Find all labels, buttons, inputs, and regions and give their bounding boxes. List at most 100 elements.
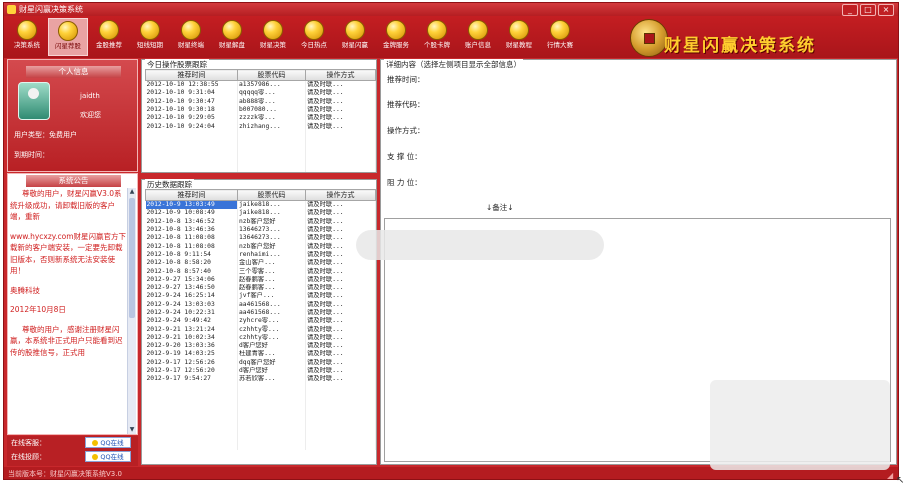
cell-time: 2012-9-24 9:49:42 [145, 317, 238, 326]
table-row[interactable]: 2012-9-24 10:22:31 aa461568... 请及时联... [145, 308, 376, 318]
toolbar-button-hot-topics[interactable]: 今日热点 [294, 18, 334, 56]
cell-code [237, 441, 306, 450]
table-row[interactable]: 2012-9-24 13:03:03 aa461568... 请及时联... [145, 300, 376, 309]
table-row[interactable]: 2012-9-19 14:03:25 杜建青客... 请及时联... [145, 350, 376, 359]
cell-code [237, 425, 306, 434]
table-row[interactable] [145, 139, 376, 148]
table-row[interactable]: 2012-10-10 9:30:18 b007080... 请及时联... [145, 105, 376, 115]
table-row[interactable] [145, 383, 376, 392]
announcement-paragraph: 2012年10月8日 [10, 305, 66, 314]
qq-service-button[interactable]: QQ在线 [85, 437, 131, 448]
column-header-code[interactable]: 股票代码 [237, 69, 306, 81]
scroll-down-icon[interactable]: ▼ [128, 426, 136, 434]
table-row[interactable]: 2012-10-8 11:08:08 13646273... 请及时联... [145, 234, 376, 243]
table-row[interactable]: 2012-10-8 8:57:40 三个零客... 请及时联... [145, 267, 376, 276]
table-row[interactable]: 2012-9-21 13:21:24 czhhty零... 请及时联... [145, 325, 376, 334]
column-header-operation[interactable]: 操作方式 [305, 69, 376, 81]
cell-time: 2012-10-10 9:30:47 [145, 97, 238, 106]
toolbar-button-stock-card[interactable]: 个股卡牌 [417, 18, 457, 56]
maximize-button[interactable]: □ [860, 4, 876, 16]
toolbar-button-tutorial[interactable]: 财星教程 [499, 18, 539, 56]
announcement-panel: 系统公告 尊敬的用户，财星闪赢V3.0系统升级成功，请卸载旧版的客户端，重新 w… [7, 173, 138, 435]
toolbar-button-contest[interactable]: 行情大赛 [540, 18, 580, 56]
table-row[interactable] [145, 163, 376, 173]
table-row[interactable] [145, 400, 376, 409]
online-service-label: 在线客服： [11, 439, 46, 447]
cell-operation [305, 130, 376, 140]
table-row[interactable] [145, 130, 376, 140]
toolbar-button-terminal[interactable]: 财星终端 [171, 18, 211, 56]
scroll-up-icon[interactable]: ▲ [128, 188, 136, 196]
table-row[interactable]: 2012-10-8 11:08:08 nzb客户您好 请及时联... [145, 242, 376, 251]
table-row[interactable]: 2012-9-21 10:02:34 czhhty零... 请及时联... [145, 333, 376, 343]
resistance-level-label: 阻 力 位： [387, 178, 422, 187]
table-row[interactable] [145, 416, 376, 426]
cell-operation [305, 441, 376, 450]
table-row[interactable]: 2012-9-17 9:54:27 苏若欣客... 请及时联... [145, 375, 376, 384]
table-row[interactable]: 2012-10-10 9:30:47 ab888零... 请及时联... [145, 97, 376, 106]
table-row[interactable]: 2012-9-20 13:03:36 d客户您好 请及时联... [145, 342, 376, 351]
cell-operation [305, 139, 376, 148]
table-row[interactable] [145, 155, 376, 164]
toolbar-button-analysis[interactable]: 财星解盘 [212, 18, 252, 56]
table-row[interactable]: 2012-10-10 9:24:04 zhizhang... 请及时联... [145, 122, 376, 131]
cell-code: nzb客户您好 [237, 242, 306, 251]
table-row[interactable]: 2012-10-8 13:46:52 nzb客户您好 请及时联... [145, 217, 376, 226]
cell-code: nzb客户您好 [237, 217, 306, 226]
user-info-header: 个人信息 [26, 66, 121, 78]
cell-operation [305, 155, 376, 164]
cell-time: 2012-9-24 16:25:14 [145, 292, 238, 301]
toolbar-button-short-term[interactable]: 短线短期 [130, 18, 170, 56]
scroll-thumb[interactable] [129, 198, 135, 318]
toolbar-button-account[interactable]: 账户信息 [458, 18, 498, 56]
cell-code: zyhcre零... [237, 317, 306, 326]
toolbar-button-decision[interactable]: 决策系统 [7, 18, 47, 56]
column-header-operation[interactable]: 操作方式 [305, 189, 376, 201]
table-row[interactable]: 2012-10-8 8:58:20 金山客户... 请及时联... [145, 259, 376, 268]
table-row[interactable]: 2012-10-8 13:46:36 13646273... 请及时联... [145, 225, 376, 235]
table-row[interactable] [145, 391, 376, 401]
table-row[interactable] [145, 425, 376, 434]
table-row[interactable] [145, 441, 376, 450]
main-toolbar: 决策系统 闪星荐股 金股推荐 短线短期 财星终端 财星解盘 财星决策 今日热点 … [4, 16, 898, 58]
coin-icon [140, 20, 160, 40]
cell-operation: 请及时联... [305, 350, 376, 359]
table-row[interactable]: 2012-9-27 15:34:06 赵春鹏客... 请及时联... [145, 275, 376, 284]
toolbar-button-flash-win[interactable]: 财星闪赢 [335, 18, 375, 56]
announcement-scrollbar[interactable]: ▲ ▼ [127, 188, 136, 434]
table-row[interactable]: 2012-9-24 16:25:14 jvf客户... 请及时联... [145, 292, 376, 301]
table-row[interactable]: 2012-10-10 12:38:55 a1357986... 请及时联... [145, 80, 376, 90]
table-row[interactable] [145, 147, 376, 156]
stock-code-label: 推荐代码： [387, 100, 425, 109]
table-row[interactable]: 2012-9-17 12:56:20 d客户您好 请及时联... [145, 366, 376, 376]
table-row[interactable] [145, 433, 376, 442]
qq-advisor-button[interactable]: QQ在线 [85, 451, 131, 462]
table-row[interactable] [145, 408, 376, 417]
table-row[interactable]: 2012-10-9 10:08:49 jaike818... 请及时联... [145, 209, 376, 218]
column-header-time[interactable]: 推荐时间 [145, 189, 238, 201]
table-row[interactable]: 2012-10-9 13:03:49 jaike818... 请及时联... [145, 200, 376, 210]
table-row[interactable]: 2012-10-8 9:11:54 renhaimi... 请及时联... [145, 250, 376, 260]
table-row[interactable]: 2012-9-24 9:49:42 zyhcre零... 请及时联... [145, 317, 376, 326]
resize-grip-icon[interactable]: ◢ [887, 469, 896, 479]
cell-time: 2012-9-20 13:03:36 [145, 342, 238, 351]
table-row[interactable]: 2012-9-17 12:56:26 dqq客户您好 请及时联... [145, 358, 376, 367]
history-tracking-table: 推荐时间 股票代码 操作方式 2012-10-9 13:03:49 jaike81… [145, 189, 376, 450]
toolbar-button-gold-service[interactable]: 金牌服务 [376, 18, 416, 56]
column-header-time[interactable]: 推荐时间 [145, 69, 238, 81]
cell-time: 2012-10-9 13:03:49 [145, 200, 238, 210]
toolbar-button-strategy[interactable]: 财星决策 [253, 18, 293, 56]
table-row[interactable]: 2012-9-27 13:46:50 赵春鹏客... 请及时联... [145, 283, 376, 293]
cell-operation [305, 433, 376, 442]
cell-code: 杜建青客... [237, 350, 306, 359]
cell-time [145, 155, 238, 164]
minimize-button[interactable]: _ [842, 4, 858, 16]
table-row[interactable]: 2012-10-10 9:29:05 zzzzk零... 请及时联... [145, 114, 376, 123]
close-button[interactable]: × [878, 4, 894, 16]
table-row[interactable]: 2012-10-10 9:31:04 qqqqq零... 请及时联... [145, 89, 376, 98]
toolbar-button-stock-picks[interactable]: 闪星荐股 [48, 18, 88, 56]
column-header-code[interactable]: 股票代码 [237, 189, 306, 201]
coin-icon [345, 20, 365, 40]
cell-code: d客户您好 [237, 366, 306, 376]
toolbar-button-gold-stock[interactable]: 金股推荐 [89, 18, 129, 56]
